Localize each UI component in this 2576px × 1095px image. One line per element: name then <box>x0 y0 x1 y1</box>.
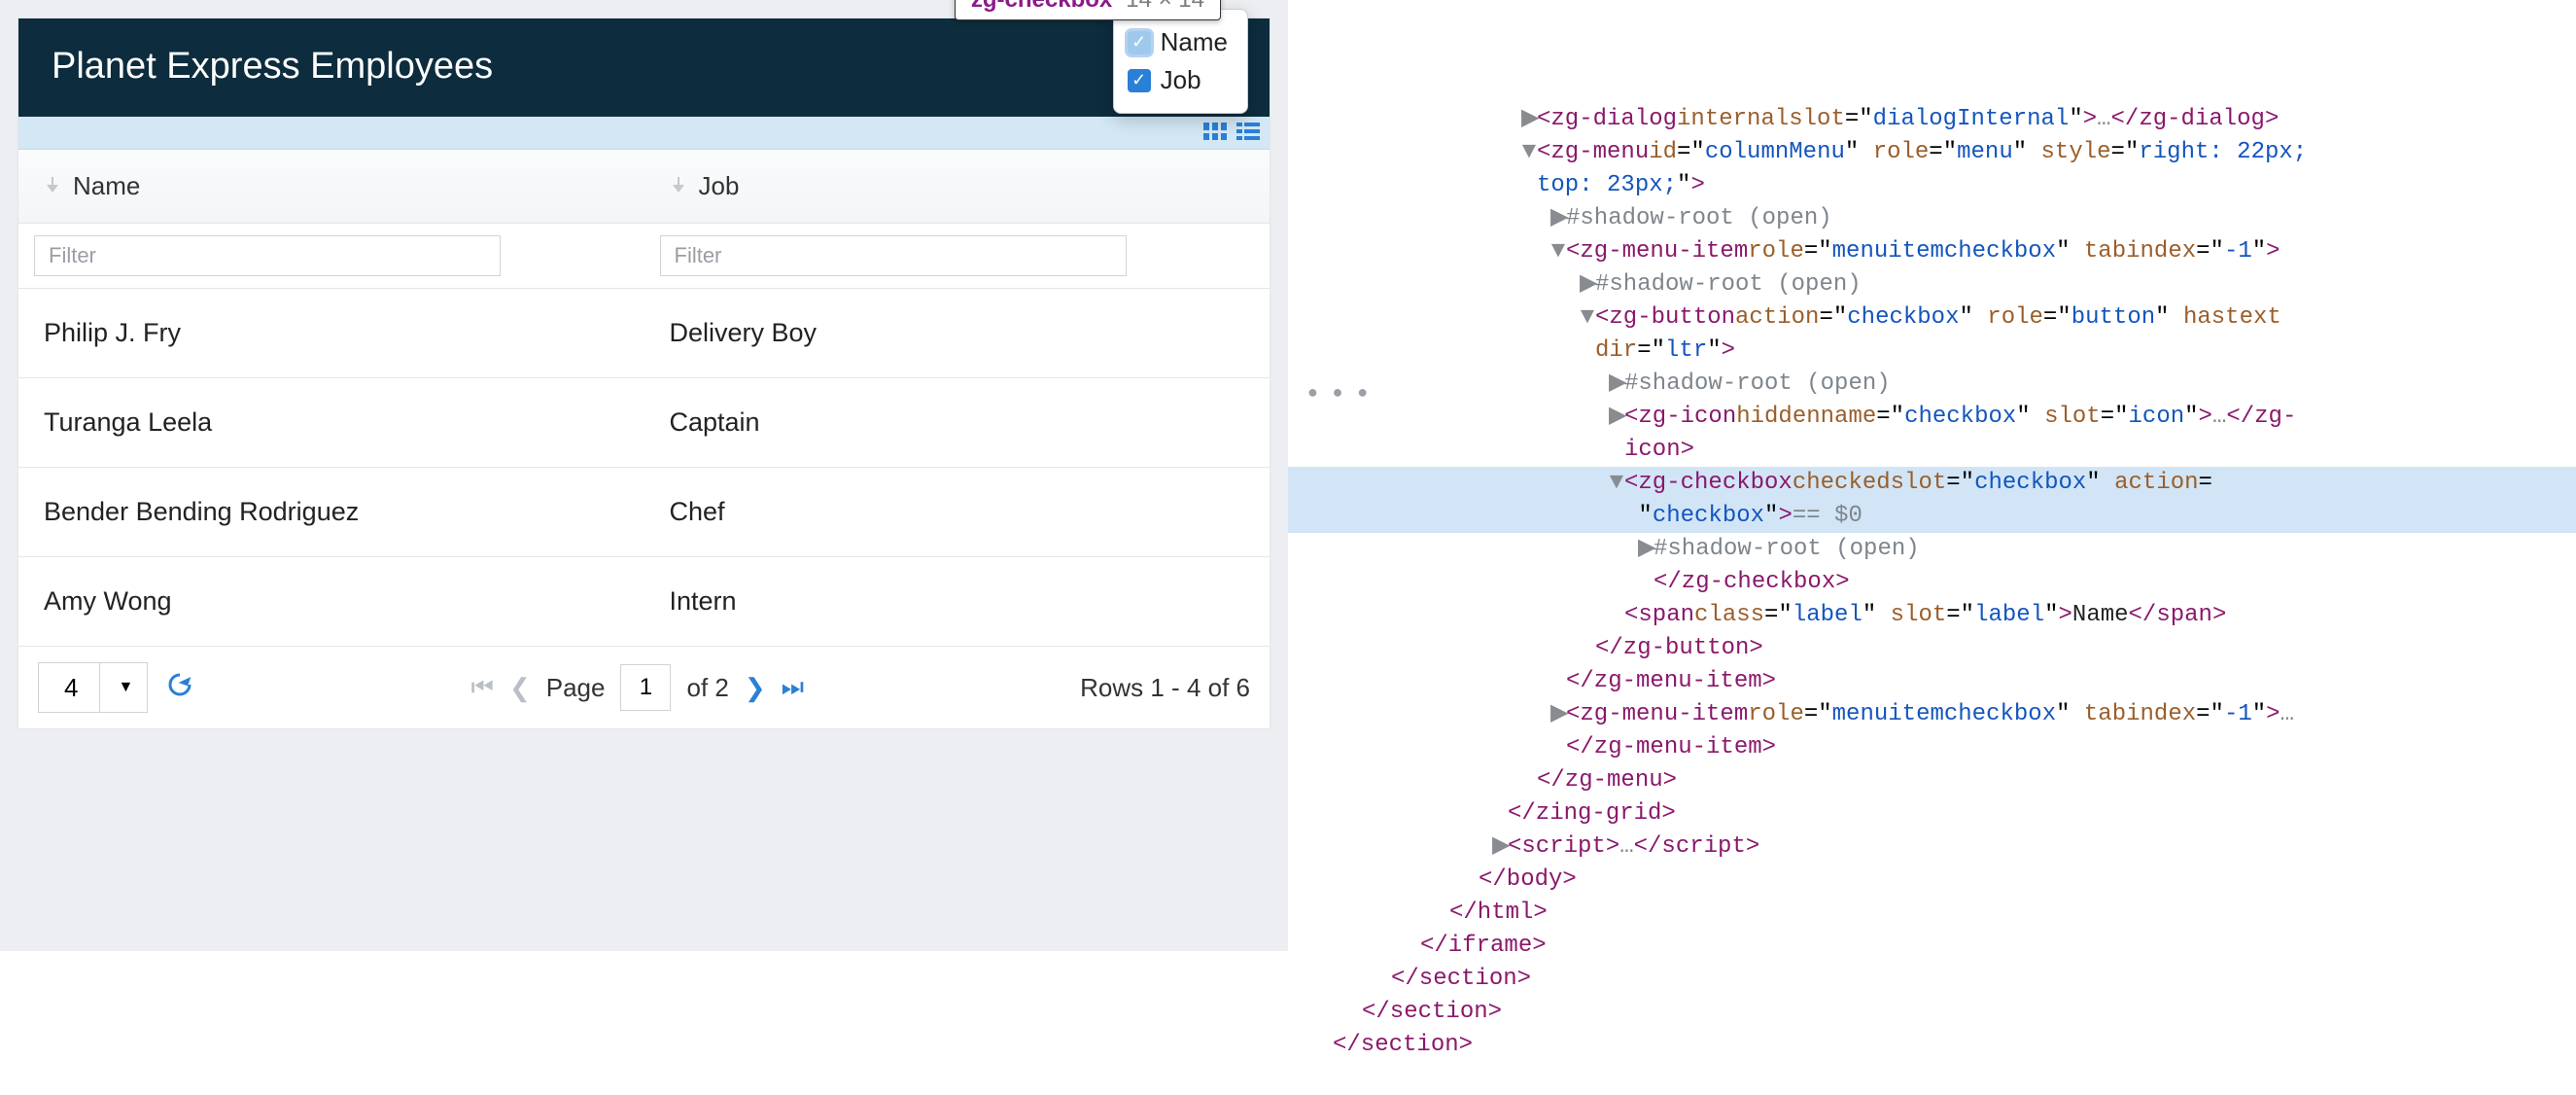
dom-line[interactable]: dir="ltr"> <box>1288 335 2576 368</box>
inspector-tooltip-dims: 14 × 14 <box>1126 0 1204 14</box>
devtools-elements-pane[interactable]: ● ● ● ▶ <zg-dialog internal slot="dialog… <box>1288 0 2576 951</box>
disclosure-triangle-icon[interactable]: ▼ <box>1550 235 1566 268</box>
inspector-tooltip: zg-checkbox 14 × 14 <box>955 0 1221 20</box>
data-grid: Planet Express Employees zg-checkbox 14 … <box>17 18 1271 729</box>
dom-line[interactable]: </zg-menu-item> <box>1288 665 2576 698</box>
disclosure-triangle-icon[interactable]: ▶ <box>1521 103 1537 136</box>
filter-input-job[interactable] <box>660 235 1127 276</box>
dom-line[interactable]: </zing-grid> <box>1288 797 2576 830</box>
disclosure-triangle-icon[interactable]: ▶ <box>1638 533 1654 566</box>
dom-line[interactable]: </iframe> <box>1288 930 2576 963</box>
disclosure-triangle-icon[interactable]: ▶ <box>1550 202 1566 235</box>
dom-line[interactable]: </section> <box>1288 996 2576 1029</box>
grid-filter-row <box>18 224 1270 289</box>
dom-line[interactable]: icon> <box>1288 434 2576 467</box>
column-header-job[interactable]: Job <box>644 150 1271 223</box>
cell-name: Bender Bending Rodriguez <box>18 468 644 556</box>
column-menu-label: Job <box>1161 65 1201 95</box>
dom-line[interactable]: ▶ #shadow-root (open) <box>1288 368 2576 401</box>
dom-line[interactable]: ▼ <zg-button action="checkbox" role="but… <box>1288 301 2576 335</box>
dom-line[interactable]: ▶ <zg-icon hidden name="checkbox" slot="… <box>1288 401 2576 434</box>
dom-line[interactable]: ▼ <zg-menu id="columnMenu" role="menu" s… <box>1288 136 2576 169</box>
layout-row-icon[interactable] <box>1236 123 1260 145</box>
disclosure-triangle-icon[interactable]: ▶ <box>1609 401 1624 434</box>
cell-job: Intern <box>644 557 1271 646</box>
last-page-button[interactable]: ⏭ <box>782 672 804 703</box>
chevron-down-icon: ▼ <box>99 663 147 712</box>
grid-caption: Planet Express Employees zg-checkbox 14 … <box>18 18 1270 117</box>
dom-line[interactable]: ▶ #shadow-root (open) <box>1288 202 2576 235</box>
dom-line[interactable]: </section> <box>1288 1029 2576 1062</box>
cell-name: Philip J. Fry <box>18 289 644 377</box>
dom-line[interactable]: </zg-menu-item> <box>1288 731 2576 764</box>
cell-name: Turanga Leela <box>18 378 644 467</box>
checkbox-icon[interactable]: ✓ <box>1128 69 1151 92</box>
grid-pager: 4 ▼ ⏮ ❮ Page of 2 ❯ ⏭ Rows 1 - 4 of 6 <box>18 647 1270 728</box>
grid-control-bar <box>18 117 1270 150</box>
cell-name: Amy Wong <box>18 557 644 646</box>
table-row[interactable]: Amy WongIntern <box>18 557 1270 647</box>
disclosure-triangle-icon[interactable]: ▼ <box>1580 301 1595 335</box>
dom-line[interactable]: </zg-menu> <box>1288 764 2576 797</box>
selected-line-actions-icon[interactable]: ● ● ● <box>1300 377 1377 410</box>
dom-line[interactable]: ▶ #shadow-root (open) <box>1288 533 2576 566</box>
dom-line[interactable]: "checkbox"> == $0 <box>1288 500 2576 533</box>
rows-summary: Rows 1 - 4 of 6 <box>1080 673 1250 703</box>
filter-input-name[interactable] <box>34 235 501 276</box>
disclosure-triangle-icon[interactable]: ▶ <box>1492 830 1508 864</box>
page-size-select[interactable]: 4 ▼ <box>38 662 148 713</box>
layout-card-icon[interactable] <box>1203 123 1227 145</box>
cell-job: Delivery Boy <box>644 289 1271 377</box>
dom-line[interactable]: ▶ <zg-dialog internal slot="dialogIntern… <box>1288 103 2576 136</box>
cell-job: Captain <box>644 378 1271 467</box>
dom-line[interactable]: ▶ <script>…</script> <box>1288 830 2576 864</box>
disclosure-triangle-icon[interactable]: ▼ <box>1521 136 1537 169</box>
column-header-name[interactable]: Name <box>18 150 644 223</box>
dom-line[interactable]: </zg-checkbox> <box>1288 566 2576 599</box>
column-menu[interactable]: ✓ Name ✓ Job <box>1113 9 1248 114</box>
dom-line[interactable]: ▶ <zg-menu-item role="menuitemcheckbox" … <box>1288 698 2576 731</box>
table-row[interactable]: Bender Bending RodriguezChef <box>18 468 1270 557</box>
grid-title: Planet Express Employees <box>52 46 493 87</box>
sort-icon <box>44 171 61 201</box>
dom-line[interactable]: </zg-button> <box>1288 632 2576 665</box>
column-menu-label: Name <box>1161 27 1228 57</box>
reload-button[interactable] <box>165 670 194 706</box>
table-row[interactable]: Turanga LeelaCaptain <box>18 378 1270 468</box>
dom-line[interactable]: </section> <box>1288 963 2576 996</box>
sort-icon <box>670 171 687 201</box>
column-menu-item[interactable]: ✓ Job <box>1128 61 1228 99</box>
dom-line[interactable]: ▼ <zg-checkbox checked slot="checkbox" a… <box>1288 467 2576 500</box>
dom-line[interactable]: <span class="label" slot="label">Name</s… <box>1288 599 2576 632</box>
inspector-tooltip-tag: zg-checkbox <box>971 0 1112 14</box>
disclosure-triangle-icon[interactable]: ▶ <box>1550 698 1566 731</box>
preview-pane: Planet Express Employees zg-checkbox 14 … <box>0 0 1288 951</box>
checkbox-icon[interactable]: ✓ <box>1128 31 1151 54</box>
cell-job: Chef <box>644 468 1271 556</box>
first-page-button[interactable]: ⏮ <box>471 672 494 703</box>
column-menu-item[interactable]: ✓ Name <box>1128 23 1228 61</box>
grid-header-row: Name Job <box>18 150 1270 224</box>
disclosure-triangle-icon[interactable]: ▶ <box>1580 268 1595 301</box>
dom-line[interactable]: </html> <box>1288 897 2576 930</box>
prev-page-button[interactable]: ❮ <box>509 673 531 703</box>
next-page-button[interactable]: ❯ <box>745 673 766 703</box>
disclosure-triangle-icon[interactable]: ▶ <box>1609 368 1624 401</box>
page-input[interactable] <box>620 664 671 711</box>
dom-line[interactable]: ▼ <zg-menu-item role="menuitemcheckbox" … <box>1288 235 2576 268</box>
dom-line[interactable]: </body> <box>1288 864 2576 897</box>
dom-line[interactable]: ▶ #shadow-root (open) <box>1288 268 2576 301</box>
disclosure-triangle-icon[interactable]: ▼ <box>1609 467 1624 500</box>
dom-line[interactable]: top: 23px;"> <box>1288 169 2576 202</box>
table-row[interactable]: Philip J. FryDelivery Boy <box>18 289 1270 378</box>
